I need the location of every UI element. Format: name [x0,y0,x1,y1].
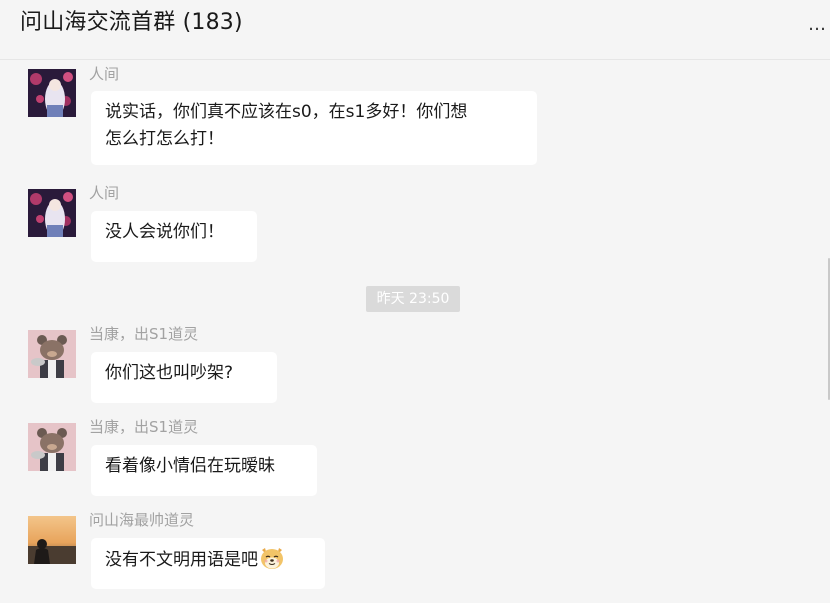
message-bubble[interactable]: 你们这也叫吵架? [91,352,277,403]
avatar-anime-icon[interactable] [28,69,76,117]
message-bubble[interactable]: 没有不文明用语是吧 [91,538,325,589]
doge-emoji-icon [259,546,285,570]
avatar-bear-icon[interactable] [28,330,76,378]
message-text: 说实话，你们真不应该在s0，在s1多好！你们想 [105,102,468,122]
message-text: 没有不文明用语是吧 [105,550,258,570]
message-text: 你们这也叫吵架? [105,363,234,383]
time-separator: 昨天 23:50 [366,286,460,312]
avatar-anime-icon[interactable] [28,189,76,237]
sender-name: 人间 [89,184,120,202]
avatar-sunset-icon[interactable] [28,516,76,564]
chat-window: 问山海交流首群 (183) … 人间 说实话，你们真不应该在s0，在s1多好！你… [0,0,830,603]
chat-header: 问山海交流首群 (183) … [0,0,830,60]
sender-name: 问山海最帅道灵 [89,511,195,529]
message-bubble[interactable]: 说实话，你们真不应该在s0，在s1多好！你们想 怎么打怎么打！ [91,91,537,165]
message-text: 看着像小情侣在玩暧昧 [105,456,275,476]
message-bubble[interactable]: 看着像小情侣在玩暧昧 [91,445,317,496]
chat-title: 问山海交流首群 (183) [20,10,243,35]
message-bubble[interactable]: 没人会说你们！ [91,211,257,262]
avatar-bear-icon[interactable] [28,423,76,471]
message-text: 怎么打怎么打！ [105,129,224,149]
sender-name: 人间 [89,65,120,83]
sender-name: 当康，出S1道灵 [89,418,199,436]
more-options-icon[interactable]: … [808,14,827,35]
message-text: 没人会说你们！ [105,222,224,242]
sender-name: 当康，出S1道灵 [89,325,199,343]
